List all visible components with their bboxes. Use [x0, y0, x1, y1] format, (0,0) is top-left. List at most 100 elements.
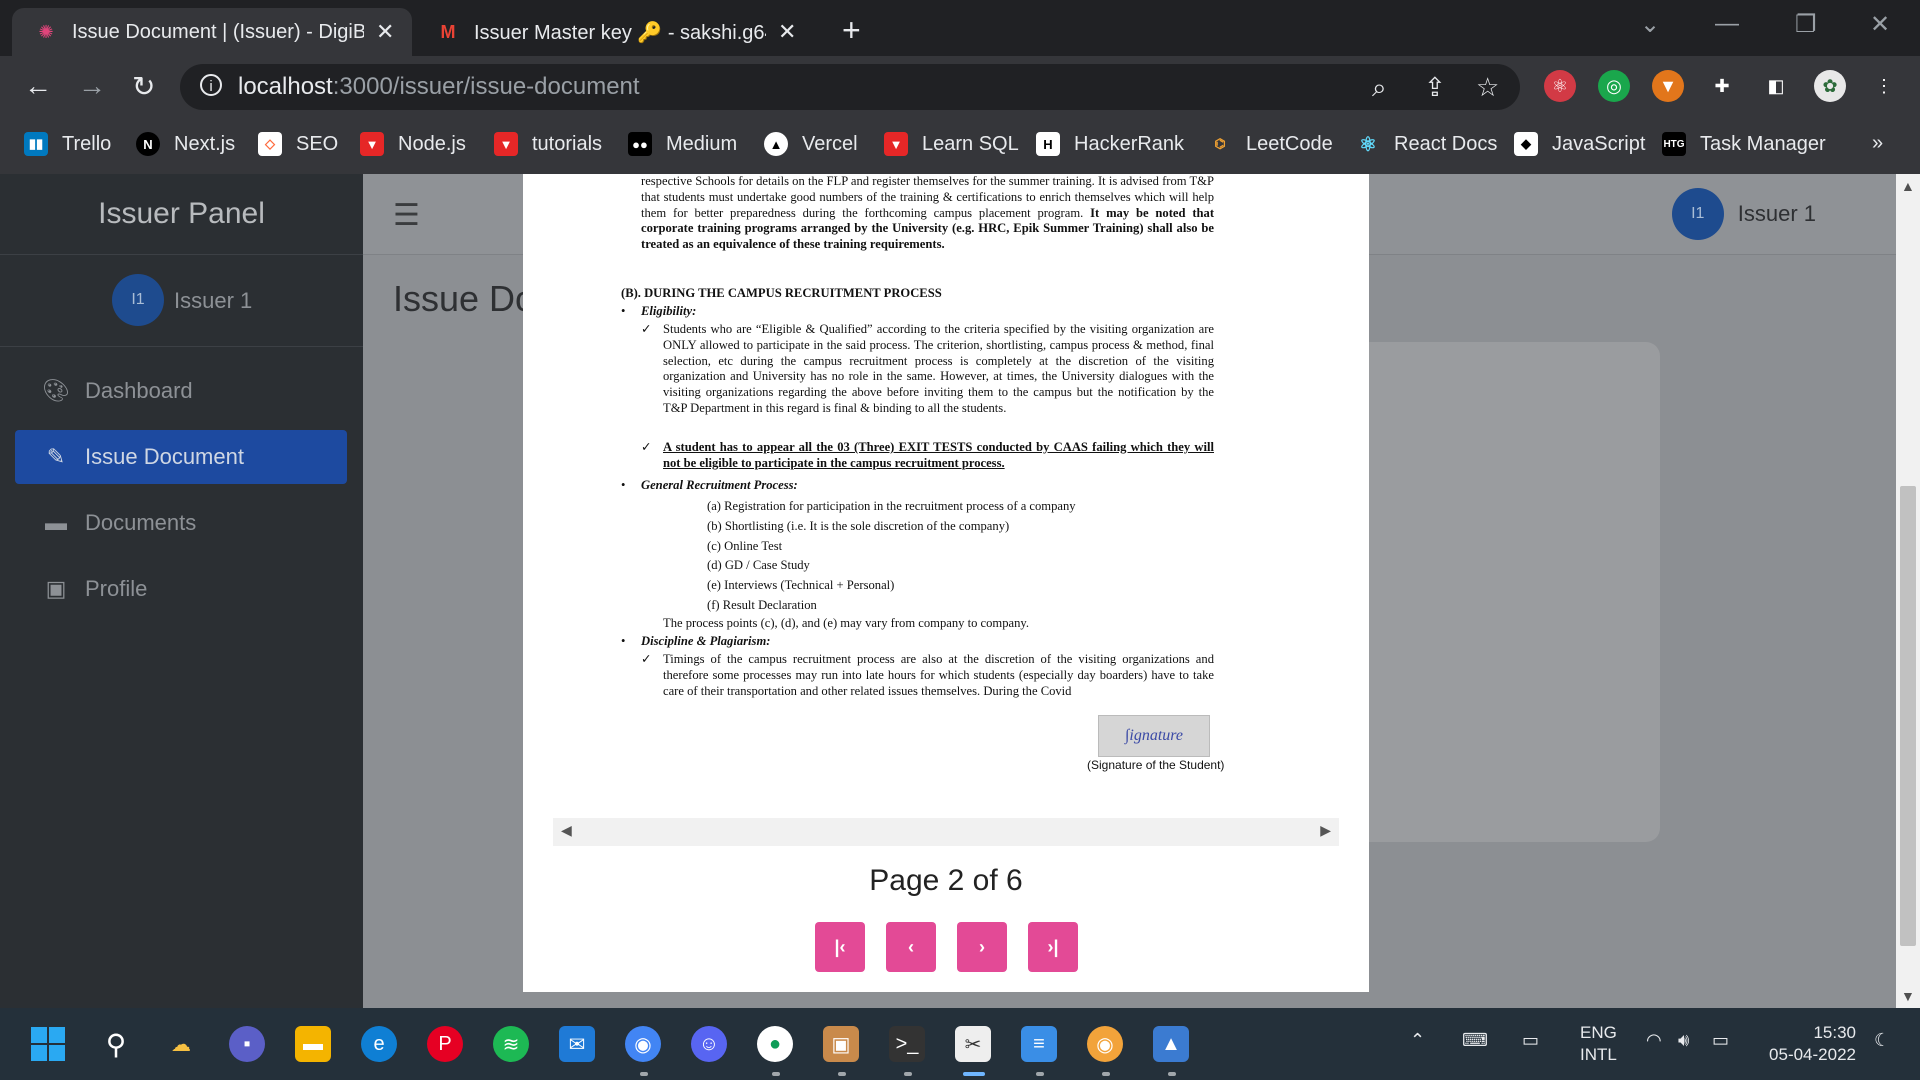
keyboard-icon[interactable]: ⌨	[1462, 1030, 1488, 1051]
bookmarks-overflow-button[interactable]: »	[1872, 132, 1883, 155]
learn-sql-youtube-icon: ▼	[884, 132, 908, 156]
metamask-fox-icon[interactable]: ▼	[1652, 70, 1684, 102]
bookmark-trello[interactable]: ▮▮ Trello	[24, 132, 111, 156]
sidebar-item-issue-document[interactable]: ✎ Issue Document	[15, 430, 347, 484]
forward-arrow-icon[interactable]: →	[78, 70, 106, 102]
site-info-icon[interactable]: i	[200, 74, 222, 96]
file-explorer-icon[interactable]: ▬	[295, 1026, 331, 1062]
check-icon: ✓	[641, 440, 652, 454]
teams-chat-icon[interactable]: ▪	[229, 1026, 265, 1062]
bookmark-learn-sql[interactable]: ▼ Learn SQL	[884, 132, 1019, 156]
restore-button[interactable]: ❐	[1795, 10, 1817, 39]
bookmark-leetcode[interactable]: ⌬ LeetCode	[1208, 132, 1332, 156]
pinterest-icon[interactable]: P	[427, 1026, 463, 1062]
more-label: »	[1872, 132, 1884, 154]
bullet-icon: •	[621, 478, 626, 492]
sidebar-item-dashboard[interactable]: 🎨︎ Dashboard	[15, 364, 347, 418]
active-indicator	[963, 1072, 985, 1076]
discord-icon[interactable]: ☺	[691, 1026, 727, 1062]
language-indicator[interactable]: ENG INTL	[1580, 1022, 1617, 1066]
bookmark-label: Node.js	[398, 132, 466, 155]
share-icon[interactable]: ⇪	[1424, 72, 1446, 103]
mail-icon[interactable]: ✉	[559, 1026, 595, 1062]
close-tab-icon[interactable]: ✕	[778, 19, 796, 45]
bookmark-seo[interactable]: ◇ SEO	[258, 132, 338, 156]
previous-page-button[interactable]: ‹	[886, 922, 936, 972]
leetcode-icon: ⌬	[1214, 136, 1226, 151]
tablet-mode-icon[interactable]: ▭	[1522, 1030, 1539, 1051]
last-page-button[interactable]: ›|	[1028, 922, 1078, 972]
bookmark-nextjs[interactable]: N Next.js	[136, 132, 235, 156]
windows-start-icon[interactable]	[30, 1026, 66, 1062]
medium-icon: ●●	[628, 132, 652, 156]
next-page-button[interactable]: ›	[957, 922, 1007, 972]
bookmark-hackerrank[interactable]: H HackerRank	[1036, 132, 1184, 156]
chrome-profile-icon[interactable]: ◉	[1087, 1026, 1123, 1062]
page-scrollbar[interactable]: ▲ ▼	[1896, 174, 1920, 1008]
tab-title: Issuer Master key 🔑 - sakshi.g6420	[474, 21, 766, 44]
side-panel-icon[interactable]: ◧	[1760, 70, 1792, 102]
extensions-puzzle-icon[interactable]: ✚	[1706, 70, 1738, 102]
scroll-right-arrow-icon[interactable]: ▶	[1320, 822, 1331, 839]
terminal-icon[interactable]: >_	[889, 1026, 925, 1062]
url-text[interactable]: localhost:3000/issuer/issue-document	[238, 73, 640, 101]
spotify-icon[interactable]: ≋	[493, 1026, 529, 1062]
top-user-menu[interactable]: I1 Issuer 1	[1671, 188, 1816, 240]
bookmark-label: React Docs	[1394, 132, 1498, 155]
chrome-icon[interactable]: ◉	[625, 1026, 661, 1062]
back-arrow-icon[interactable]: ←	[24, 70, 52, 102]
reload-icon[interactable]: ↻	[132, 70, 155, 103]
close-window-button[interactable]: ✕	[1870, 10, 1890, 39]
volume-icon[interactable]: 🔊︎	[1678, 1030, 1689, 1051]
zoom-icon[interactable]: ⌕	[1372, 72, 1387, 104]
chrome-menu-icon[interactable]: ⋮	[1868, 70, 1900, 102]
scrollbar-thumb[interactable]	[1900, 486, 1916, 946]
extension-target-icon[interactable]: ◎	[1598, 70, 1630, 102]
bookmark-tutorials[interactable]: ▼ tutorials	[494, 132, 602, 156]
tab-issuer-master-key[interactable]: M Issuer Master key 🔑 - sakshi.g6420 ✕	[414, 8, 814, 56]
package-box-icon[interactable]: ▣	[823, 1026, 859, 1062]
address-bar[interactable]: i localhost:3000/issuer/issue-document ⌕…	[180, 64, 1520, 110]
new-tab-button[interactable]: +	[842, 12, 861, 49]
tab-title: Issue Document | (Issuer) - DigiBlock	[72, 20, 364, 43]
wifi-icon[interactable]: ◠	[1646, 1030, 1662, 1051]
bookmark-react-docs[interactable]: ⚛ React Docs	[1356, 132, 1497, 156]
minimize-button[interactable]: —	[1715, 10, 1739, 38]
sidebar-item-documents[interactable]: ▬ Documents	[15, 496, 347, 550]
photos-icon[interactable]: ▲	[1153, 1026, 1189, 1062]
notifications-icon[interactable]: ☾	[1874, 1030, 1890, 1051]
mongodb-compass-icon[interactable]: ●	[757, 1026, 793, 1062]
tray-overflow-icon[interactable]: ⌃	[1410, 1030, 1425, 1051]
extension-react-icon[interactable]: ⚛	[1544, 70, 1576, 102]
scroll-up-arrow-icon[interactable]: ▲	[1901, 178, 1915, 194]
doc-process-note: The process points (c), (d), and (e) may…	[663, 616, 1030, 630]
bookmark-nodejs[interactable]: ▼ Node.js	[360, 132, 466, 156]
hackerrank-icon: H	[1036, 132, 1060, 156]
battery-icon[interactable]: ▭	[1712, 1030, 1729, 1051]
clock[interactable]: 15:30 05-04-2022	[1760, 1022, 1856, 1066]
notepad-icon[interactable]: ≡	[1021, 1026, 1057, 1062]
running-indicator	[1168, 1072, 1176, 1076]
profile-avatar[interactable]: ✿	[1814, 70, 1846, 102]
close-tab-icon[interactable]: ✕	[376, 19, 394, 45]
snipping-tool-icon[interactable]: ✂	[955, 1026, 991, 1062]
horizontal-scrollbar[interactable]: ◀ ▶	[553, 818, 1339, 846]
weather-icon[interactable]: ☁	[163, 1026, 199, 1062]
scroll-left-arrow-icon[interactable]: ◀	[561, 822, 572, 839]
first-page-button[interactable]: |‹	[815, 922, 865, 972]
palette-icon: 🎨︎	[42, 378, 70, 403]
hamburger-menu-icon[interactable]: ☰	[393, 198, 420, 233]
tab-issue-document[interactable]: ✺ Issue Document | (Issuer) - DigiBlock …	[12, 8, 412, 56]
bookmarks-bar: ▮▮ Trello N Next.js ◇ SEO ▼ Node.js ▼ tutoria…	[0, 118, 1920, 175]
edge-icon[interactable]: e	[361, 1026, 397, 1062]
bookmark-medium[interactable]: ●● Medium	[628, 132, 737, 156]
sidebar-item-profile[interactable]: ▣ Profile	[15, 562, 347, 616]
bookmark-task-manager[interactable]: HTG Task Manager	[1662, 132, 1826, 156]
tab-search-icon[interactable]: ⌄	[1640, 10, 1660, 39]
bookmark-star-icon[interactable]: ☆	[1476, 72, 1499, 103]
doc-step: (d) GD / Case Study	[707, 558, 810, 573]
bookmark-javascript[interactable]: ◆ JavaScript	[1514, 132, 1645, 156]
scroll-down-arrow-icon[interactable]: ▼	[1901, 988, 1915, 1004]
bookmark-vercel[interactable]: ▲ Vercel	[764, 132, 858, 156]
search-icon[interactable]: ⚲	[98, 1026, 134, 1062]
